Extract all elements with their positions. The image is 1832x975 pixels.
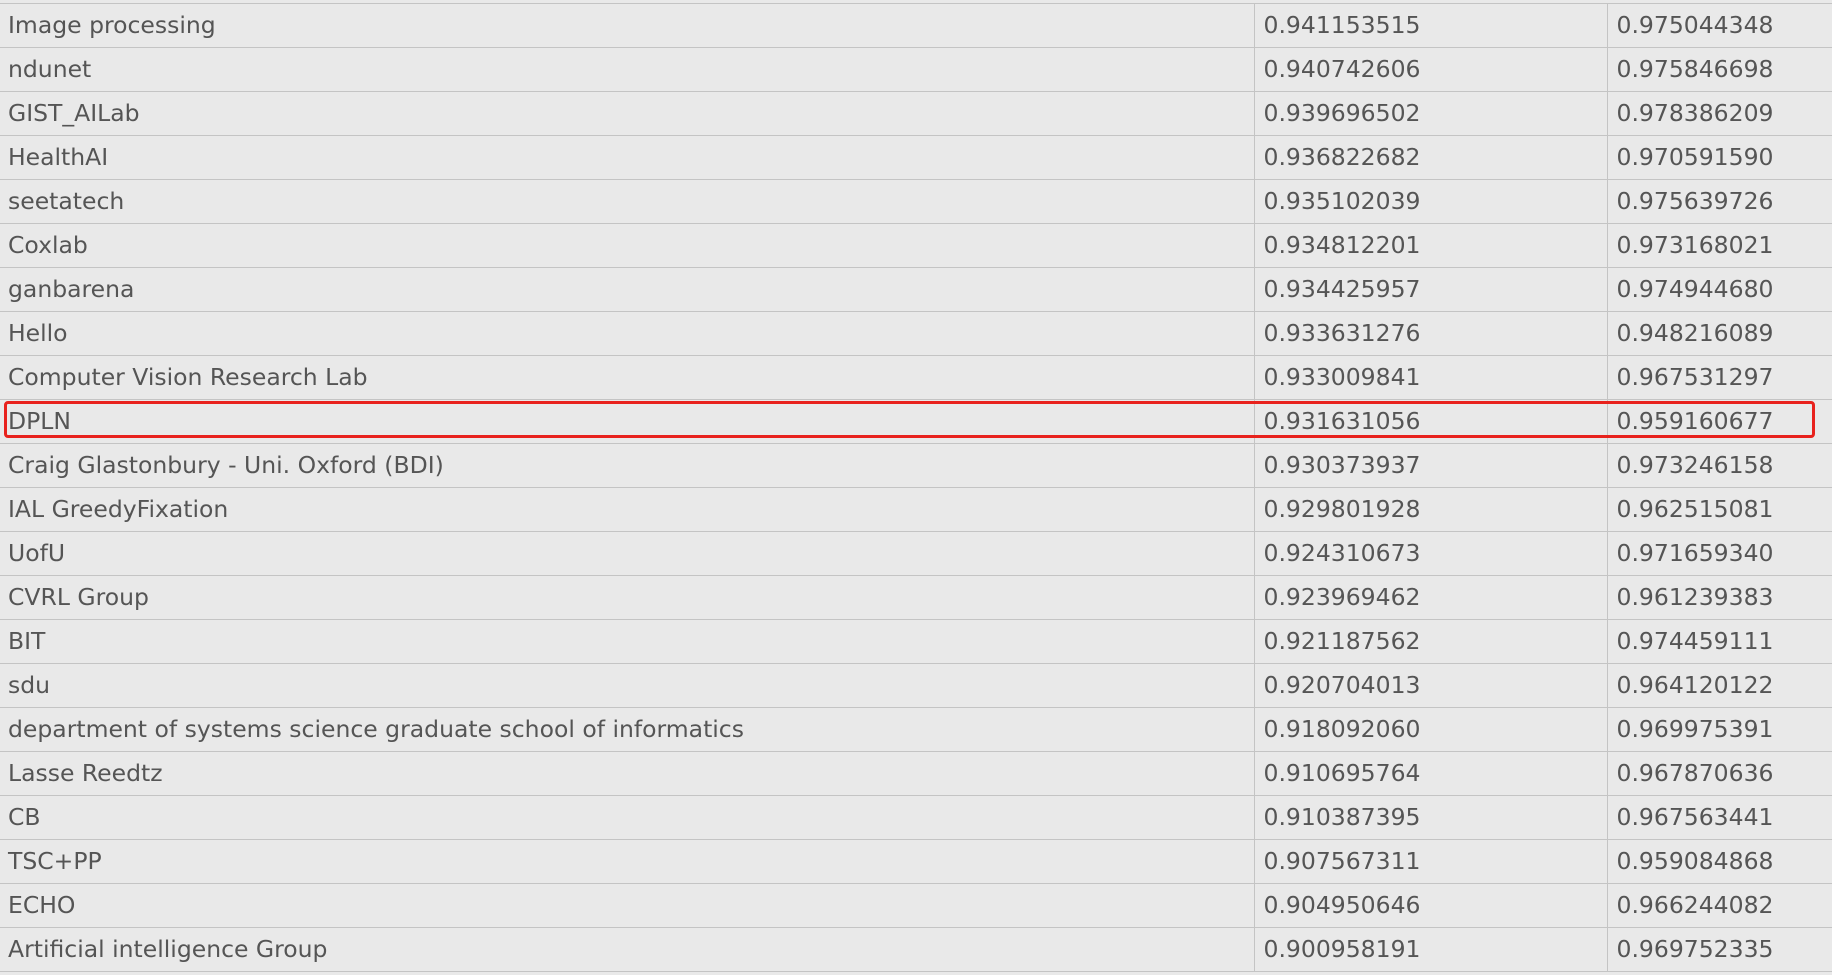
score-2-cell: 0.962515081: [1607, 487, 1832, 532]
table-row: HealthAI 0.936822682 0.970591590: [0, 135, 1832, 180]
team-name-cell: Computer Vision Research Lab: [0, 355, 1255, 400]
score-2-cell: 0.974944680: [1607, 267, 1832, 312]
score-2-cell: 0.973246158: [1607, 443, 1832, 488]
team-name-cell: Hello: [0, 311, 1255, 356]
score-1-cell: 0.910387395: [1254, 795, 1608, 840]
score-2-cell: 0.973168021: [1607, 223, 1832, 268]
score-2-cell: 0.959084868: [1607, 839, 1832, 884]
score-1-cell: 0.929801928: [1254, 487, 1608, 532]
team-name-cell: ganbarena: [0, 267, 1255, 312]
table-row: TSC+PP 0.907567311 0.959084868: [0, 839, 1832, 884]
score-1-cell: 0.924310673: [1254, 531, 1608, 576]
score-1-cell: 0.936822682: [1254, 135, 1608, 180]
table-row: UofU 0.924310673 0.971659340: [0, 531, 1832, 576]
score-2-cell: 0.969975391: [1607, 707, 1832, 752]
score-1-cell: 0.907567311: [1254, 839, 1608, 884]
table-row: Artificial intelligence Group 0.900958191…: [0, 927, 1832, 972]
score-1-cell: 0.941153515: [1254, 3, 1608, 48]
team-name-cell: ECHO: [0, 883, 1255, 928]
score-1-cell: 0.910695764: [1254, 751, 1608, 796]
table-row: Computer Vision Research Lab 0.933009841 0…: [0, 355, 1832, 400]
score-2-cell: 0.948216089: [1607, 311, 1832, 356]
score-1-cell: 0.930373937: [1254, 443, 1608, 488]
score-1-cell: 0.900958191: [1254, 927, 1608, 972]
leaderboard-rows: Image processing 0.941153515 0.975044348 nd…: [0, 3, 1832, 972]
team-name-cell: CB: [0, 795, 1255, 840]
table-row: Hello 0.933631276 0.948216089: [0, 311, 1832, 356]
score-2-cell: 0.975044348: [1607, 3, 1832, 48]
table-row: Craig Glastonbury - Uni. Oxford (BDI) 0.9…: [0, 443, 1832, 488]
table-row: department of systems science graduate s…: [0, 707, 1832, 752]
team-name-cell: CVRL Group: [0, 575, 1255, 620]
team-name-cell: seetatech: [0, 179, 1255, 224]
team-name-cell: Lasse Reedtz: [0, 751, 1255, 796]
table-row: seetatech 0.935102039 0.975639726: [0, 179, 1832, 224]
score-1-cell: 0.931631056: [1254, 399, 1608, 444]
score-2-cell: 0.959160677: [1607, 399, 1832, 444]
score-2-cell: 0.964120122: [1607, 663, 1832, 708]
score-2-cell: 0.974459111: [1607, 619, 1832, 664]
team-name-cell: Coxlab: [0, 223, 1255, 268]
team-name-cell: TSC+PP: [0, 839, 1255, 884]
table-row: ndunet 0.940742606 0.975846698: [0, 47, 1832, 92]
score-2-cell: 0.975639726: [1607, 179, 1832, 224]
score-1-cell: 0.933009841: [1254, 355, 1608, 400]
score-1-cell: 0.933631276: [1254, 311, 1608, 356]
score-1-cell: 0.940742606: [1254, 47, 1608, 92]
score-2-cell: 0.971659340: [1607, 531, 1832, 576]
score-1-cell: 0.934812201: [1254, 223, 1608, 268]
score-1-cell: 0.934425957: [1254, 267, 1608, 312]
leaderboard-container: Image processing 0.941153515 0.975044348 nd…: [0, 0, 1832, 975]
team-name-cell: Artificial intelligence Group: [0, 927, 1255, 972]
score-1-cell: 0.921187562: [1254, 619, 1608, 664]
team-name-cell: UofU: [0, 531, 1255, 576]
team-name-cell: Image processing: [0, 3, 1255, 48]
team-name-cell: HealthAI: [0, 135, 1255, 180]
table-row: CVRL Group 0.923969462 0.961239383: [0, 575, 1832, 620]
score-2-cell: 0.978386209: [1607, 91, 1832, 136]
table-row: sdu 0.920704013 0.964120122: [0, 663, 1832, 708]
table-row: Coxlab 0.934812201 0.973168021: [0, 223, 1832, 268]
score-2-cell: 0.966244082: [1607, 883, 1832, 928]
score-1-cell: 0.920704013: [1254, 663, 1608, 708]
team-name-cell: IAL GreedyFixation: [0, 487, 1255, 532]
table-row: Lasse Reedtz 0.910695764 0.967870636: [0, 751, 1832, 796]
score-2-cell: 0.961239383: [1607, 575, 1832, 620]
team-name-cell: department of systems science graduate s…: [0, 707, 1255, 752]
team-name-cell: GIST_AILab: [0, 91, 1255, 136]
table-row: Image processing 0.941153515 0.975044348: [0, 3, 1832, 48]
table-row: CB 0.910387395 0.967563441: [0, 795, 1832, 840]
team-name-cell: DPLN: [0, 399, 1255, 444]
table-row: BIT 0.921187562 0.974459111: [0, 619, 1832, 664]
score-2-cell: 0.967531297: [1607, 355, 1832, 400]
score-1-cell: 0.939696502: [1254, 91, 1608, 136]
table-row: ECHO 0.904950646 0.966244082: [0, 883, 1832, 928]
table-row: DPLN 0.931631056 0.959160677: [0, 399, 1832, 444]
score-2-cell: 0.975846698: [1607, 47, 1832, 92]
score-2-cell: 0.969752335: [1607, 927, 1832, 972]
score-1-cell: 0.918092060: [1254, 707, 1608, 752]
table-row: GIST_AILab 0.939696502 0.978386209: [0, 91, 1832, 136]
score-1-cell: 0.904950646: [1254, 883, 1608, 928]
team-name-cell: ndunet: [0, 47, 1255, 92]
team-name-cell: BIT: [0, 619, 1255, 664]
score-1-cell: 0.935102039: [1254, 179, 1608, 224]
team-name-cell: sdu: [0, 663, 1255, 708]
score-2-cell: 0.970591590: [1607, 135, 1832, 180]
score-2-cell: 0.967563441: [1607, 795, 1832, 840]
table-row: IAL GreedyFixation 0.929801928 0.962515081: [0, 487, 1832, 532]
score-2-cell: 0.967870636: [1607, 751, 1832, 796]
score-1-cell: 0.923969462: [1254, 575, 1608, 620]
table-row: ganbarena 0.934425957 0.974944680: [0, 267, 1832, 312]
team-name-cell: Craig Glastonbury - Uni. Oxford (BDI): [0, 443, 1255, 488]
leaderboard-table: Image processing 0.941153515 0.975044348 nd…: [0, 3, 1832, 972]
